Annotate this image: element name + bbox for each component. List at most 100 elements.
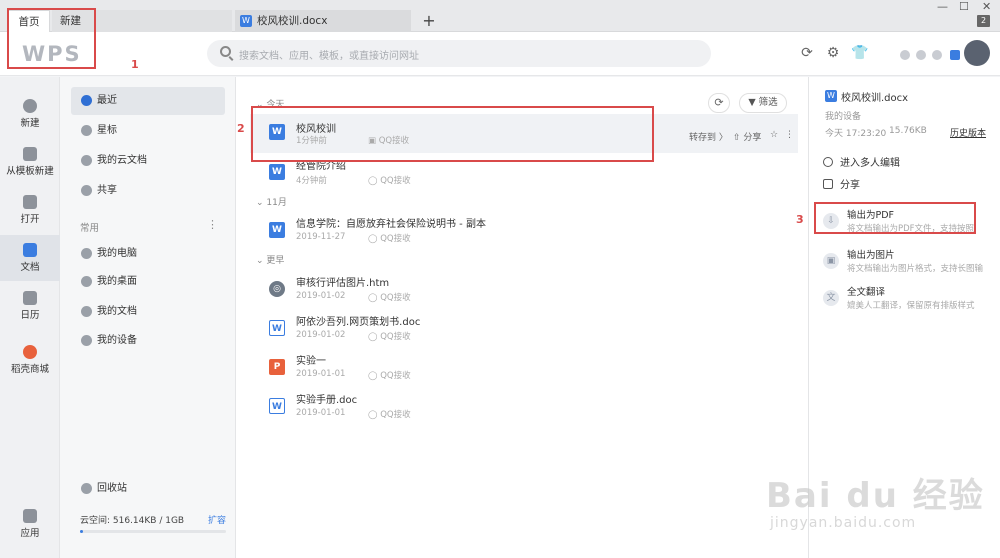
file-time: 2019-01-01	[296, 408, 346, 418]
word-file-icon: W	[269, 222, 285, 238]
left-nav: 新建 从模板新建 打开 文档 日历 稻壳商城 应用	[0, 77, 60, 558]
sidebar-item-label: 星标	[97, 125, 117, 136]
search-bar[interactable]: 搜索文档、应用、模板，或直接访问网址	[207, 40, 711, 67]
tab-bar: 首页 新建 W 校风校训.docx + — ☐ ✕ 2	[0, 0, 1000, 32]
restore-button[interactable]: ☐	[959, 0, 969, 13]
storage-progress-fill	[80, 530, 83, 533]
transfer-button[interactable]: 转存到 〉	[689, 130, 728, 143]
word-file-icon: W	[269, 164, 285, 180]
close-window-button[interactable]: ✕	[982, 0, 991, 13]
file-time: 2019-01-02	[296, 291, 346, 301]
nav-store-label: 稻壳商城	[10, 364, 49, 375]
more-icon[interactable]: ⋮	[785, 130, 794, 140]
skin-icon[interactable]: 👕	[851, 45, 868, 61]
detail-filename: 校风校训.docx	[841, 93, 909, 104]
tab-document[interactable]: W 校风校训.docx	[235, 10, 411, 32]
nav-new-label: 新建	[20, 118, 40, 129]
nav-from-template[interactable]: 从模板新建	[0, 139, 60, 185]
file-name: 实验手册.doc	[296, 395, 358, 406]
sidebar-item-label: 回收站	[97, 483, 127, 494]
sidebar-item-recycle-bin[interactable]: 回收站	[71, 475, 225, 503]
detail-date: 今天 17:23:20	[825, 129, 887, 139]
folder-icon	[23, 195, 37, 209]
nav-open-label: 打开	[20, 214, 40, 225]
group-november-label: 11月	[266, 198, 287, 208]
people-icon	[81, 185, 92, 196]
detail-size: 15.76KB	[889, 126, 927, 136]
file-source: ◯ QQ接收	[368, 234, 411, 244]
file-source: ◯ QQ接收	[368, 410, 411, 420]
sidebar-item-my-computer[interactable]: 我的电脑	[71, 240, 225, 268]
file-row[interactable]: W 阿依沙吾列.网页策划书.doc 2019-01-02 ◯ QQ接收	[250, 310, 798, 349]
file-name: 实验一	[296, 356, 326, 367]
annotation-box-3	[814, 202, 976, 234]
file-row[interactable]: ◎ 审核行评估图片.htm 2019-01-02 ◯ QQ接收	[250, 271, 798, 310]
status-icon-1[interactable]	[900, 50, 910, 60]
nav-store[interactable]: 稻壳商城	[0, 337, 60, 383]
nav-documents[interactable]: 文档	[0, 235, 60, 281]
sidebar-item-label: 最近	[97, 95, 117, 106]
detail-share-button[interactable]: 分享	[823, 176, 860, 191]
annotation-number-2: 2	[237, 122, 245, 135]
status-icon-2[interactable]	[916, 50, 926, 60]
sidebar-item-my-desktop[interactable]: 我的桌面	[71, 268, 225, 296]
export-image-button[interactable]: ▣ 输出为图片 将文档输出为图片格式，支持长图输	[819, 245, 989, 279]
section-more-icon[interactable]: ⋮	[207, 218, 218, 231]
tab-count-badge[interactable]: 2	[977, 15, 990, 27]
sidebar-item-starred[interactable]: 星标	[71, 117, 225, 145]
settings-icon[interactable]: ⚙	[825, 45, 841, 61]
computer-icon	[81, 248, 92, 259]
refresh-button[interactable]: ⟳	[708, 93, 730, 113]
file-time: 2019-01-02	[296, 330, 346, 340]
export-image-desc: 将文档输出为图片格式，支持长图输	[847, 264, 984, 274]
sidebar-item-shared[interactable]: 共享	[71, 177, 225, 205]
storage-progress	[80, 530, 226, 533]
sidebar-item-recent[interactable]: 最近	[71, 87, 225, 115]
minimize-button[interactable]: —	[937, 0, 948, 13]
filter-icon: ▼	[748, 97, 756, 108]
annotation-number-1: 1	[131, 58, 139, 71]
file-source-label: QQ接收	[380, 293, 411, 303]
cloud-doc-icon	[81, 155, 92, 166]
cloud-icon[interactable]	[950, 50, 960, 60]
file-row[interactable]: P 实验一 2019-01-01 ◯ QQ接收	[250, 349, 798, 388]
file-row[interactable]: W 信息学院：自愿放弃社会保险说明书 - 副本 2019-11-27 ◯ QQ接…	[250, 212, 798, 251]
translate-title: 全文翻译	[847, 287, 886, 298]
history-version-link[interactable]: 历史版本	[950, 126, 986, 139]
file-source-label: QQ接收	[380, 176, 411, 186]
avatar[interactable]	[964, 40, 990, 66]
sync-icon[interactable]: ⟳	[799, 45, 815, 61]
status-icon-3[interactable]	[932, 50, 942, 60]
word-file-icon: W	[269, 320, 285, 336]
share-button[interactable]: ⇧ 分享	[733, 130, 761, 143]
nav-calendar[interactable]: 日历	[0, 283, 60, 329]
desktop-icon	[81, 276, 92, 287]
add-tab-button[interactable]: +	[420, 12, 438, 30]
file-source: ◯ QQ接收	[368, 332, 411, 342]
nav-calendar-label: 日历	[20, 310, 40, 321]
sidebar-item-my-device[interactable]: 我的设备	[71, 327, 225, 355]
group-november: ⌄ 11月	[256, 198, 287, 208]
sidebar-item-my-documents[interactable]: 我的文档	[71, 298, 225, 326]
nav-apps[interactable]: 应用	[0, 501, 60, 547]
translate-desc: 媲美人工翻译，保留原有排版样式	[847, 301, 975, 311]
header: WPS 搜索文档、应用、模板，或直接访问网址 ⟳ ⚙ 👕	[0, 32, 1000, 76]
file-name: 审核行评估图片.htm	[296, 278, 390, 289]
people-icon	[823, 157, 833, 167]
annotation-box-2	[251, 106, 654, 162]
multi-edit-button[interactable]: 进入多人编辑	[823, 154, 900, 169]
nav-new[interactable]: 新建	[0, 91, 60, 137]
nav-open[interactable]: 打开	[0, 187, 60, 233]
presentation-file-icon: P	[269, 359, 285, 375]
apps-grid-icon	[23, 509, 37, 523]
filter-button[interactable]: ▼ 筛选	[739, 93, 787, 113]
clock-icon	[81, 95, 92, 106]
docs-folder-icon	[81, 306, 92, 317]
sidebar-item-cloud-docs[interactable]: 我的云文档	[71, 147, 225, 175]
file-row[interactable]: W 实验手册.doc 2019-01-01 ◯ QQ接收	[250, 388, 798, 427]
share-icon	[823, 179, 833, 189]
sidebar-item-label: 我的文档	[97, 306, 137, 317]
star-toggle-icon[interactable]: ☆	[770, 130, 778, 140]
translate-button[interactable]: 文全文翻译 媲美人工翻译，保留原有排版样式	[819, 282, 989, 316]
expand-storage-link[interactable]: 扩容	[208, 513, 226, 526]
